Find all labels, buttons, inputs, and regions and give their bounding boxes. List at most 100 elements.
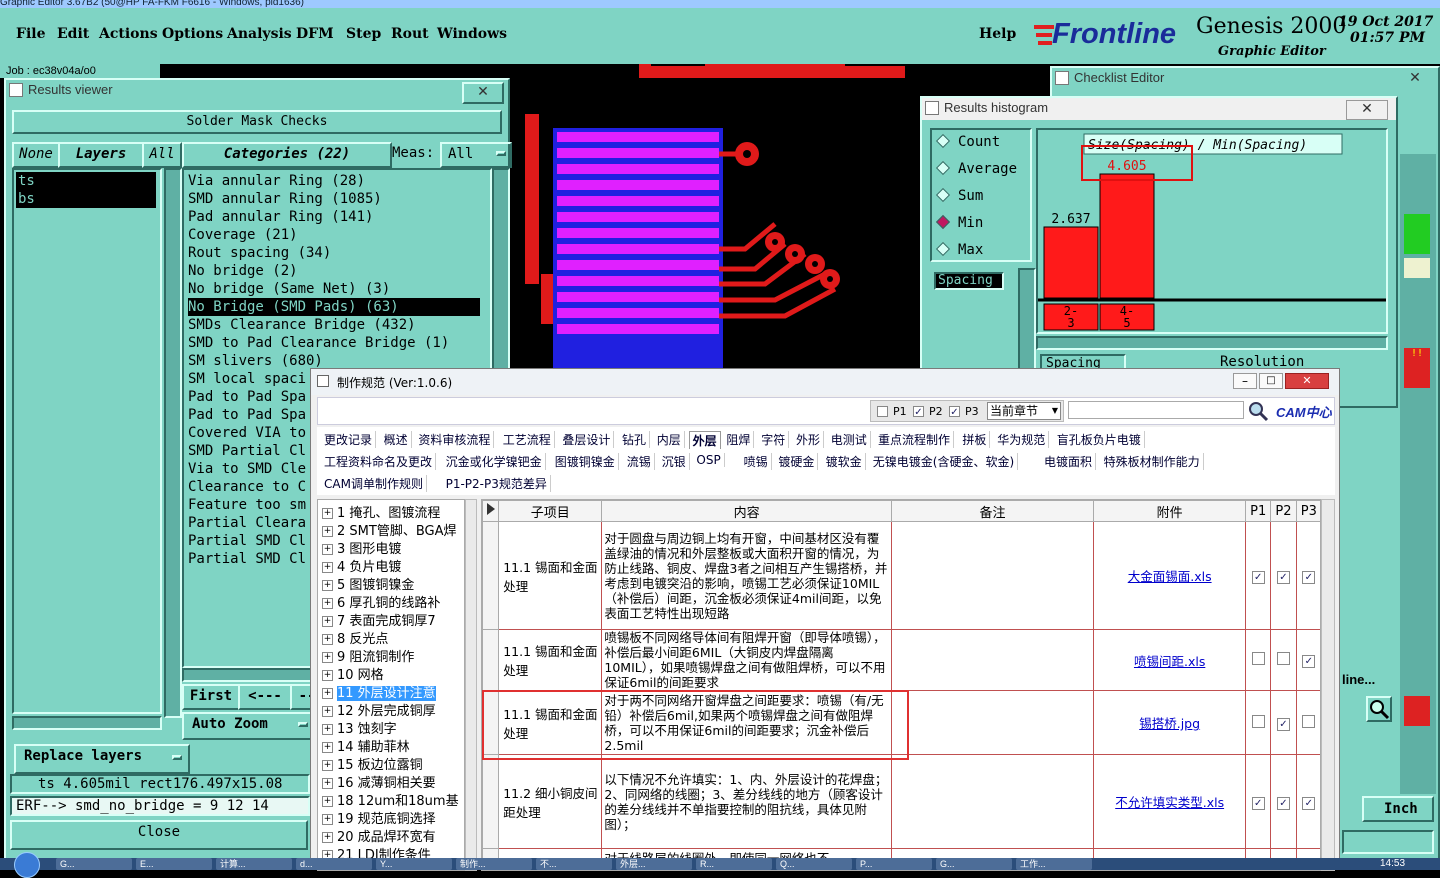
expand-plus-icon[interactable]: + — [322, 706, 333, 717]
tree-chapter-item[interactable]: +12 外层完成铜厚 — [322, 700, 436, 719]
spec-tab[interactable]: OSP — [693, 453, 725, 467]
expand-plus-icon[interactable]: + — [322, 688, 333, 699]
tree-chapter-item[interactable]: +7 表面完成铜厚7 — [322, 610, 436, 629]
row-p3-cell[interactable] — [1295, 690, 1320, 755]
row-p3-cell[interactable]: ✓ — [1295, 521, 1320, 630]
spec-tab[interactable]: 工艺流程 — [500, 431, 555, 448]
spec-tab[interactable]: 喷锡 — [741, 453, 772, 470]
row-p2-cell[interactable]: ✓ — [1270, 690, 1297, 755]
tree-chapter-item[interactable]: +6 厚孔铜的线路补 — [322, 592, 440, 611]
tree-chapter-item[interactable]: +10 网格 — [322, 664, 384, 683]
spec-tab[interactable]: 叠层设计 — [559, 431, 615, 448]
expand-plus-icon[interactable]: + — [322, 562, 333, 573]
menu-edit[interactable]: Edit — [57, 26, 89, 42]
category-item[interactable]: No Bridge (SMD Pads) (63) — [188, 298, 480, 316]
prev-button[interactable]: <--- — [238, 684, 292, 710]
attachment-link[interactable]: 锡搭桥.jpg — [1139, 716, 1200, 731]
col-header-content[interactable]: 内容 — [601, 500, 892, 522]
layer-item-ts[interactable]: ts — [16, 172, 156, 190]
attachment-link[interactable]: 大金面锡面.xls — [1128, 569, 1212, 584]
tree-chapter-item[interactable]: +8 反光点 — [322, 628, 388, 647]
spec-titlebar[interactable]: 制作规范 (Ver:1.0.6) – □ ✕ — [311, 369, 1339, 395]
menu-file[interactable]: File — [16, 26, 45, 42]
expand-plus-icon[interactable]: + — [322, 544, 333, 555]
category-item[interactable]: SMD annular Ring (1085) — [188, 190, 382, 208]
row-selector[interactable] — [482, 521, 500, 630]
row-p2-checkbox[interactable]: ✓ — [1276, 570, 1290, 584]
expand-plus-icon[interactable]: + — [322, 670, 333, 681]
col-header-p2[interactable]: P2 — [1270, 500, 1297, 522]
expand-plus-icon[interactable]: + — [322, 652, 333, 663]
histogram-option-min[interactable]: Min — [935, 214, 983, 231]
col-header-sub[interactable]: 子项目 — [498, 500, 603, 522]
maximize-button[interactable]: □ — [1259, 373, 1283, 389]
category-item[interactable]: Pad to Pad Spa — [188, 388, 306, 406]
histogram-hscrollbar[interactable] — [1036, 336, 1388, 350]
taskbar-button[interactable]: 计算... — [216, 858, 292, 870]
layers-list[interactable]: ts bs — [12, 168, 162, 714]
spec-tab[interactable]: 沉银 — [659, 453, 690, 470]
attachment-link[interactable]: 喷锡间距.xls — [1134, 654, 1205, 669]
taskbar-button[interactable]: G... — [936, 858, 1012, 870]
category-item[interactable]: Covered VIA to — [188, 424, 306, 442]
layers-toggle-button[interactable]: Layers — [58, 142, 144, 168]
spec-tab[interactable]: 钻孔 — [619, 431, 651, 448]
spec-tab[interactable]: CAM调单制作规则 — [321, 475, 427, 492]
category-item[interactable]: Partial Cleara — [188, 514, 306, 532]
row-attachment[interactable]: 不允许填实类型.xls — [1093, 754, 1247, 849]
spec-tab[interactable]: 电镀面积 — [1041, 453, 1097, 470]
expand-plus-icon[interactable]: + — [322, 634, 333, 645]
spec-tab[interactable]: 概述 — [381, 431, 412, 448]
tree-chapter-item[interactable]: +4 负片电镀 — [322, 556, 401, 575]
layers-all-button[interactable]: All — [142, 142, 182, 168]
taskbar-button[interactable]: 工作... — [1016, 858, 1092, 870]
row-p3-checkbox[interactable]: ✓ — [1302, 796, 1316, 810]
tree-chapter-item[interactable]: +13 蚀刻字 — [322, 718, 397, 737]
spec-row[interactable]: 11.1 锡面和金面处理 喷锡板不同网络导体间有阻焊开窗（即导体喷锡），补偿后最小… — [482, 629, 1320, 691]
expand-plus-icon[interactable]: + — [322, 598, 333, 609]
taskbar-button[interactable]: P... — [856, 858, 932, 870]
category-item[interactable]: Rout spacing (34) — [188, 244, 331, 262]
grid-scrollbar[interactable] — [1321, 499, 1335, 871]
row-p1-checkbox[interactable]: ✓ — [1251, 570, 1265, 584]
row-attachment[interactable]: 锡搭桥.jpg — [1093, 690, 1247, 755]
row-p2-checkbox[interactable]: ✓ — [1276, 796, 1290, 810]
row-p1-checkbox[interactable]: ✓ — [1251, 796, 1265, 810]
row-p1-cell[interactable] — [1245, 629, 1272, 691]
histogram-option-max[interactable]: Max — [935, 241, 983, 258]
row-p1-checkbox[interactable] — [1251, 652, 1265, 665]
col-header-attach[interactable]: 附件 — [1093, 500, 1247, 522]
results-viewer-titlebar[interactable]: Results viewer ✕ — [6, 80, 508, 104]
expand-plus-icon[interactable]: + — [322, 580, 333, 591]
layer-item-bs[interactable]: bs — [16, 190, 156, 208]
category-item[interactable]: Pad annular Ring (141) — [188, 208, 373, 226]
menu-dfm[interactable]: DFM — [296, 26, 334, 42]
col-header-p3[interactable]: P3 — [1295, 500, 1320, 522]
spec-tab[interactable]: 外层 — [688, 431, 721, 449]
scope-select[interactable]: 当前章节 ▼ — [987, 402, 1061, 420]
tree-chapter-item[interactable]: +11 外层设计注意 — [322, 682, 436, 701]
histogram-option-average[interactable]: Average — [935, 160, 1017, 177]
layers-none-button[interactable]: None — [12, 142, 60, 168]
category-item[interactable]: Partial SMD Cl — [188, 550, 306, 568]
expand-plus-icon[interactable]: + — [322, 760, 333, 771]
expand-plus-icon[interactable]: + — [322, 724, 333, 735]
row-p3-checkbox[interactable] — [1302, 714, 1316, 728]
spec-tab[interactable]: 资料审核流程 — [415, 431, 495, 448]
row-p3-cell[interactable]: ✓ — [1295, 754, 1320, 849]
col-header-note[interactable]: 备注 — [890, 500, 1095, 522]
tree-scrollbar[interactable] — [465, 499, 477, 871]
col-header-p1[interactable]: P1 — [1245, 500, 1272, 522]
taskbar-button[interactable]: 制作... — [456, 858, 532, 870]
spacing-list-item[interactable]: Spacing — [934, 272, 1004, 290]
tree-chapter-item[interactable]: +19 规范底铜选择 — [322, 808, 436, 827]
menu-analysis[interactable]: Analysis — [227, 26, 292, 42]
row-selector[interactable] — [482, 754, 500, 849]
category-item[interactable]: SMDs Clearance Bridge (432) — [188, 316, 416, 334]
results-viewer-close-button[interactable]: ✕ — [462, 82, 504, 104]
tree-chapter-item[interactable]: +5 图镀铜镍金 — [322, 574, 414, 593]
tree-chapter-item[interactable]: +20 成品焊环宽有 — [322, 826, 436, 845]
attachment-link[interactable]: 不允许填实类型.xls — [1115, 795, 1224, 810]
taskbar-button[interactable]: 不... — [536, 858, 612, 870]
tree-chapter-item[interactable]: +1 掩孔、图镀流程 — [322, 502, 440, 521]
